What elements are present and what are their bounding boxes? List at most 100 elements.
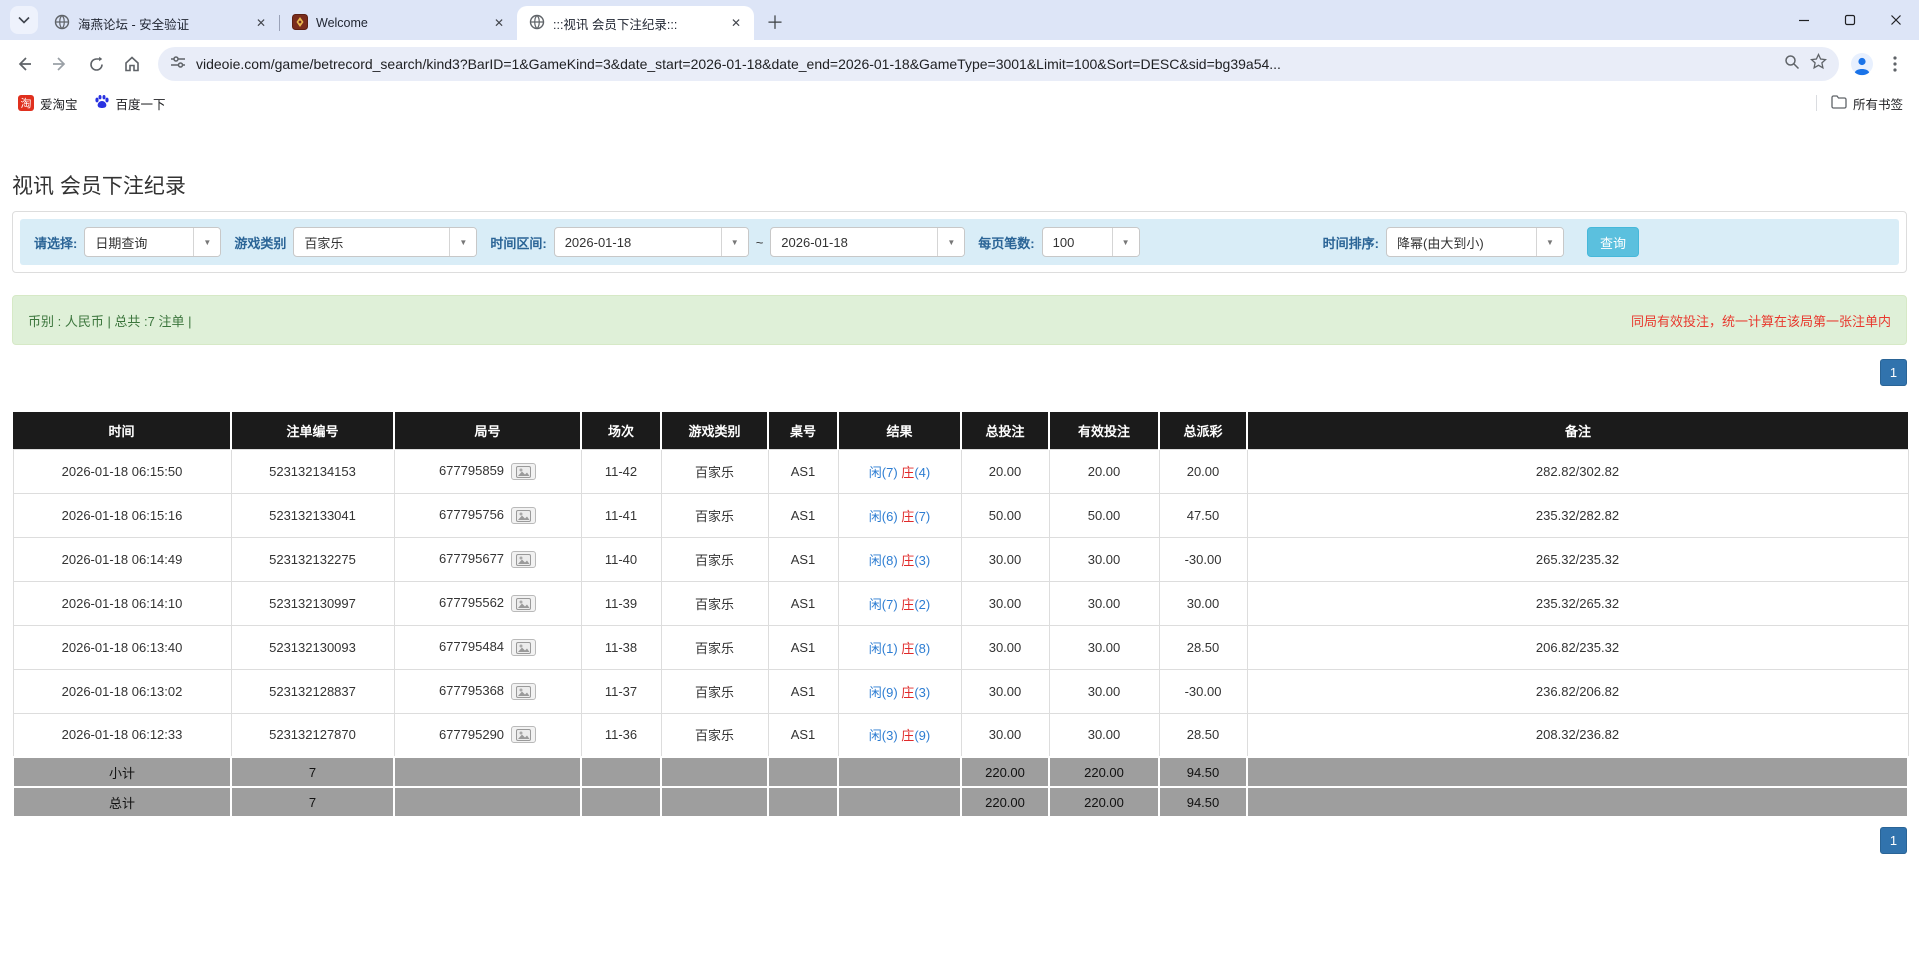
game-select-value: 百家乐	[294, 228, 449, 256]
tab-haiyan-forum[interactable]: 海燕论坛 - 安全验证 ✕	[42, 6, 279, 40]
tab-search-chevron-icon[interactable]	[10, 6, 38, 34]
chevron-down-icon[interactable]: ▼	[1536, 228, 1563, 256]
all-bookmarks-button[interactable]: 所有书签	[1825, 91, 1909, 116]
cell-session: 11-39	[581, 581, 661, 625]
game-select[interactable]: 百家乐 ▼	[293, 227, 477, 257]
home-icon[interactable]	[116, 48, 148, 80]
player-result: (3)	[914, 685, 930, 700]
tab-close-icon[interactable]: ✕	[728, 15, 744, 31]
cell-total-bet[interactable]: 30.00	[961, 669, 1049, 713]
column-header: 游戏类别	[661, 412, 768, 449]
round-number: 677795677	[439, 552, 504, 567]
forward-icon[interactable]	[44, 48, 76, 80]
cell-round: 677795562	[394, 581, 581, 625]
globe-favicon-icon	[529, 14, 545, 33]
round-replay-icon[interactable]	[511, 639, 536, 656]
cell-result: 闲(3) 庄(9)	[838, 713, 961, 757]
round-replay-icon[interactable]	[511, 463, 536, 480]
column-header: 结果	[838, 412, 961, 449]
banker-result: 庄	[901, 465, 914, 480]
round-replay-icon[interactable]	[511, 726, 536, 743]
date-end-select[interactable]: 2026-01-18 ▼	[770, 227, 965, 257]
table-row: 2026-01-18 06:15:16523132133041677795756…	[13, 493, 1908, 537]
cell-result: 闲(7) 庄(4)	[838, 449, 961, 493]
cell-game: 百家乐	[661, 669, 768, 713]
banker-result: 庄	[901, 641, 914, 656]
chevron-down-icon[interactable]: ▼	[449, 228, 476, 256]
baidu-icon	[94, 94, 110, 113]
pagesize-select[interactable]: 100 ▼	[1042, 227, 1140, 257]
cell-bet-id: 523132134153	[231, 449, 394, 493]
cell-total-bet[interactable]: 30.00	[961, 581, 1049, 625]
summary-cell: 94.50	[1159, 787, 1247, 817]
currency-total-text: 币别 : 人民币 | 总共 :7 注单 |	[28, 311, 192, 330]
player-result: 闲(8)	[869, 553, 902, 568]
chevron-down-icon[interactable]: ▼	[721, 228, 748, 256]
minimize-icon[interactable]	[1781, 0, 1827, 40]
cell-total-bet[interactable]: 20.00	[961, 449, 1049, 493]
cell-total-bet[interactable]: 30.00	[961, 625, 1049, 669]
maximize-icon[interactable]	[1827, 0, 1873, 40]
pagesize-value: 100	[1043, 228, 1112, 256]
zoom-icon[interactable]	[1784, 54, 1800, 75]
summary-cell: 总计	[13, 787, 231, 817]
tab-betrecord-active[interactable]: :::视讯 会员下注纪录::: ✕	[517, 6, 754, 40]
page-1-button[interactable]: 1	[1880, 827, 1907, 854]
summary-cell	[1247, 757, 1908, 787]
cell-bet-id: 523132127870	[231, 713, 394, 757]
site-settings-tune-icon[interactable]	[170, 54, 186, 75]
cell-total-bet[interactable]: 30.00	[961, 537, 1049, 581]
cell-game: 百家乐	[661, 537, 768, 581]
tab-welcome[interactable]: Welcome ✕	[280, 6, 517, 40]
cell-round: 677795677	[394, 537, 581, 581]
page-title: 视讯 会员下注纪录	[12, 118, 1907, 200]
mode-select[interactable]: 日期查询 ▼	[84, 227, 221, 257]
round-replay-icon[interactable]	[511, 595, 536, 612]
profile-avatar[interactable]	[1849, 51, 1875, 77]
cell-time: 2026-01-18 06:14:49	[13, 537, 231, 581]
round-replay-icon[interactable]	[511, 507, 536, 524]
window-controls	[1781, 0, 1919, 40]
column-header: 备注	[1247, 412, 1908, 449]
chevron-down-icon[interactable]: ▼	[937, 228, 964, 256]
address-bar[interactable]: videoie.com/game/betrecord_search/kind3?…	[158, 47, 1839, 81]
summary-cell: 小计	[13, 757, 231, 787]
date-start-select[interactable]: 2026-01-18 ▼	[554, 227, 749, 257]
bookmarks-divider	[1816, 95, 1817, 111]
cell-table-no: AS1	[768, 669, 838, 713]
tab-close-icon[interactable]: ✕	[491, 15, 507, 31]
back-icon[interactable]	[8, 48, 40, 80]
cell-total-bet[interactable]: 50.00	[961, 493, 1049, 537]
taobao-icon: 淘	[18, 95, 34, 111]
player-result: 闲(9)	[869, 685, 902, 700]
search-button[interactable]: 查询	[1587, 227, 1639, 257]
bet-records-table: 时间注单编号局号场次游戏类别桌号结果总投注有效投注总派彩备注 2026-01-1…	[12, 412, 1909, 818]
table-row: 2026-01-18 06:13:02523132128837677795368…	[13, 669, 1908, 713]
column-header: 有效投注	[1049, 412, 1159, 449]
cell-valid-bet: 50.00	[1049, 493, 1159, 537]
banker-result: 庄	[901, 685, 914, 700]
cell-valid-bet: 30.00	[1049, 625, 1159, 669]
bookmark-baidu[interactable]: 百度一下	[86, 91, 174, 116]
bookmark-aitaobao[interactable]: 淘 爱淘宝	[10, 91, 86, 116]
cell-table-no: AS1	[768, 625, 838, 669]
browser-menu-kebab-icon[interactable]	[1879, 48, 1911, 80]
round-replay-icon[interactable]	[511, 683, 536, 700]
round-number: 677795562	[439, 596, 504, 611]
new-tab-icon[interactable]: ＋	[762, 9, 788, 35]
close-window-icon[interactable]	[1873, 0, 1919, 40]
table-row: 2026-01-18 06:13:40523132130093677795484…	[13, 625, 1908, 669]
url-text[interactable]: videoie.com/game/betrecord_search/kind3?…	[196, 56, 1774, 72]
round-replay-icon[interactable]	[511, 551, 536, 568]
reload-icon[interactable]	[80, 48, 112, 80]
sort-select[interactable]: 降幂(由大到小) ▼	[1386, 227, 1564, 257]
page-1-button[interactable]: 1	[1880, 359, 1907, 386]
player-result: 闲(6)	[869, 509, 902, 524]
cell-total-bet[interactable]: 30.00	[961, 713, 1049, 757]
bookmark-star-icon[interactable]	[1810, 53, 1827, 75]
summary-cell	[768, 787, 838, 817]
globe-favicon-icon	[54, 14, 70, 33]
tab-close-icon[interactable]: ✕	[253, 15, 269, 31]
chevron-down-icon[interactable]: ▼	[193, 228, 220, 256]
chevron-down-icon[interactable]: ▼	[1112, 228, 1139, 256]
